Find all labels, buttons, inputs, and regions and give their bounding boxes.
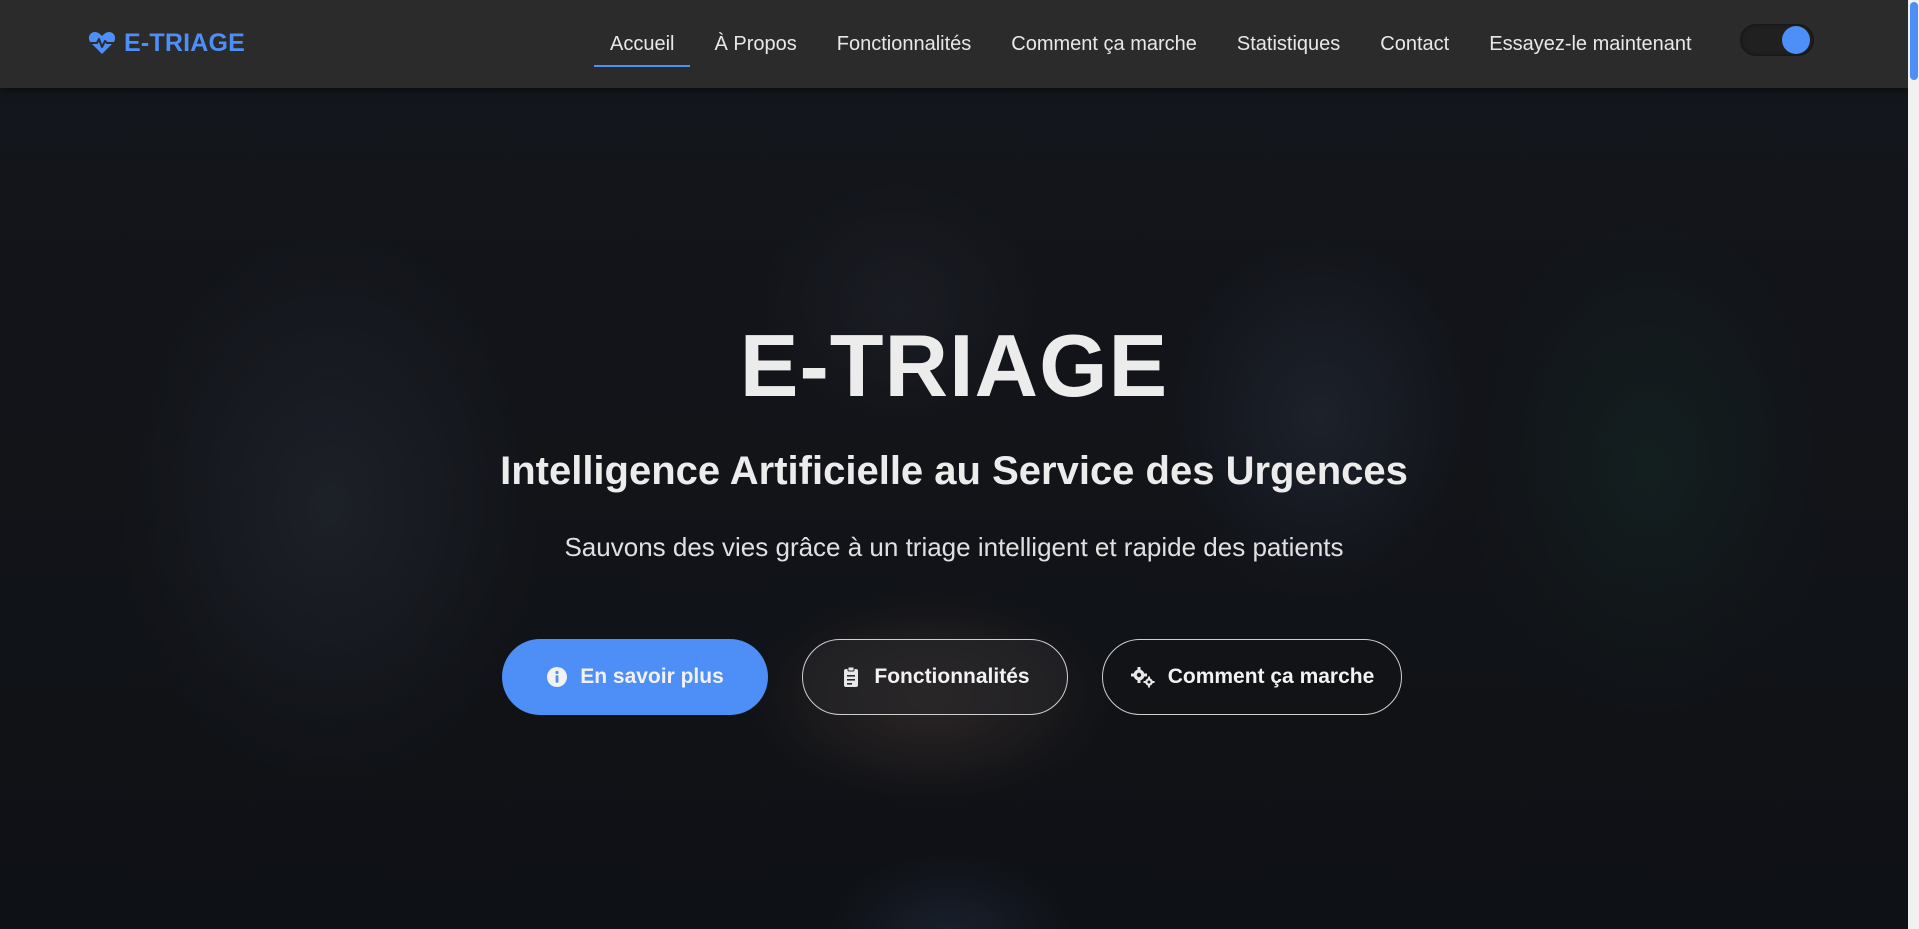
comment-ca-marche-button[interactable]: Comment ça marche: [1102, 639, 1402, 715]
navbar: E-TRIAGE Accueil À Propos Fonctionnalité…: [0, 0, 1908, 88]
nav-link-essayez[interactable]: Essayez-le maintenant: [1469, 0, 1711, 88]
fonctionnalites-button[interactable]: Fonctionnalités: [802, 639, 1068, 715]
nav-link-contact[interactable]: Contact: [1360, 0, 1469, 88]
nav-link-statistiques[interactable]: Statistiques: [1217, 0, 1360, 88]
hero-tagline: Sauvons des vies grâce à un triage intel…: [564, 532, 1344, 562]
hero-actions: En savoir plus Fonctionnalités Comment ç…: [502, 639, 1402, 715]
fonctionnalites-label: Fonctionnalités: [874, 665, 1030, 688]
brand-logo[interactable]: E-TRIAGE: [88, 26, 245, 60]
en-savoir-plus-label: En savoir plus: [580, 665, 724, 688]
comment-ca-marche-label: Comment ça marche: [1167, 665, 1375, 688]
info-circle-icon: [546, 666, 568, 688]
toggle-knob: [1782, 26, 1810, 54]
clipboard-icon: [840, 666, 862, 688]
nav-link-fonctionnalites[interactable]: Fonctionnalités: [817, 0, 992, 88]
nav-link-comment-ca-marche[interactable]: Comment ça marche: [991, 0, 1217, 88]
hero-subtitle: Intelligence Artificielle au Service des…: [500, 449, 1408, 493]
nav-link-a-propos[interactable]: À Propos: [694, 0, 816, 88]
nav-link-accueil[interactable]: Accueil: [590, 0, 694, 88]
en-savoir-plus-button[interactable]: En savoir plus: [502, 639, 768, 715]
theme-toggle[interactable]: [1740, 24, 1814, 56]
heart-pulse-icon: [88, 31, 116, 55]
hero-title: E-TRIAGE: [739, 316, 1169, 415]
scrollbar-thumb[interactable]: [1910, 2, 1918, 80]
page: E-TRIAGE Accueil À Propos Fonctionnalité…: [0, 0, 1919, 929]
cogs-icon: [1130, 666, 1156, 688]
hero-section: E-TRIAGE Intelligence Artificielle au Se…: [0, 88, 1908, 929]
brand-name: E-TRIAGE: [124, 28, 246, 57]
nav-menu: Accueil À Propos Fonctionnalités Comment…: [590, 0, 1712, 88]
page-scrollbar[interactable]: [1908, 0, 1919, 929]
